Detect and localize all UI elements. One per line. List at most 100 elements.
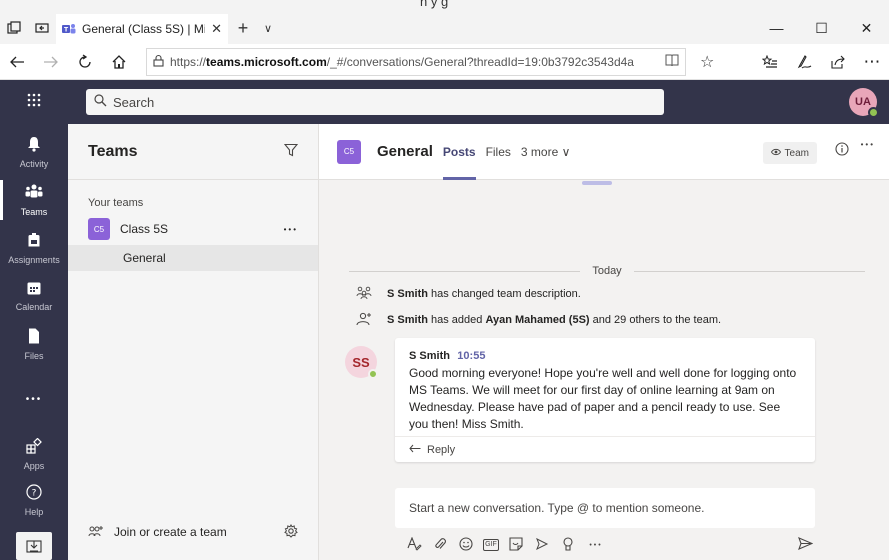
rail-item-calendar[interactable]: Calendar <box>0 272 68 320</box>
add-member-icon <box>355 312 373 329</box>
channel-more-options-icon[interactable]: ••• <box>861 140 875 149</box>
join-or-create-team-link[interactable]: Join or create a team <box>114 525 274 539</box>
team-button-label: Team <box>784 147 809 159</box>
page-title: Teams <box>88 142 138 160</box>
attach-icon[interactable] <box>431 537 449 554</box>
back-button[interactable] <box>0 44 34 80</box>
compose-input[interactable]: Start a new conversation. Type @ to ment… <box>395 488 815 528</box>
app-rail: Activity Teams Assignments Calendar File… <box>0 124 68 560</box>
url-text: https://teams.microsoft.com/_#/conversat… <box>170 54 634 69</box>
eye-icon <box>770 148 781 159</box>
rail-item-files[interactable]: Files <box>0 320 68 368</box>
post-timestamp: 10:55 <box>457 350 486 362</box>
forward-button[interactable] <box>34 44 68 80</box>
home-button[interactable] <box>102 44 136 80</box>
browser-tab-teams[interactable]: T General (Class 5S) | Micr ✕ <box>56 14 228 44</box>
tab-actions-icon[interactable] <box>0 12 28 44</box>
channel-item-general[interactable]: General <box>68 245 318 271</box>
compose-toolbar: GIF ••• <box>405 532 817 558</box>
tab-posts[interactable]: Posts <box>442 124 476 180</box>
rail-label: Files <box>24 350 44 361</box>
team-button[interactable]: Team <box>762 142 817 164</box>
compose-placeholder: Start a new conversation. Type @ to ment… <box>409 501 705 515</box>
bell-icon <box>27 136 41 157</box>
tab-close-icon[interactable]: ✕ <box>211 21 222 37</box>
filter-icon[interactable] <box>283 143 299 160</box>
system-message-members-added: S Smith has added Ayan Mahamed (5S) and … <box>355 310 721 330</box>
app-launcher-icon[interactable] <box>0 93 68 112</box>
maximize-button[interactable]: ☐ <box>799 12 844 44</box>
rail-item-more[interactable]: ••• <box>0 376 68 424</box>
post-author-avatar[interactable]: SS <box>345 346 378 379</box>
rail-label: Apps <box>23 460 45 471</box>
user-initials: UA <box>855 96 871 108</box>
gif-icon[interactable]: GIF <box>483 539 499 551</box>
teams-icon <box>25 184 43 205</box>
separator-line <box>349 270 581 272</box>
presence-available-icon <box>868 107 879 118</box>
url-field[interactable]: https://teams.microsoft.com/_#/conversat… <box>146 47 686 76</box>
more-options-icon[interactable]: ••• <box>585 542 607 549</box>
new-tab-button[interactable]: + <box>228 18 258 39</box>
pen-notes-icon[interactable] <box>787 44 821 80</box>
rail-item-assignments[interactable]: Assignments <box>0 224 68 272</box>
team-item-class-5s[interactable]: C5 Class 5S ••• <box>68 215 318 243</box>
format-icon[interactable] <box>405 536 423 554</box>
tab-files[interactable]: Files <box>486 124 511 180</box>
rail-item-apps[interactable]: Apps <box>0 430 68 478</box>
channel-header: C5 General Posts Files 3 more ∨ Team ••• <box>319 124 889 180</box>
info-icon[interactable] <box>835 142 849 159</box>
emoji-icon[interactable] <box>457 536 475 554</box>
team-avatar: C5 <box>88 218 110 240</box>
close-window-button[interactable]: ✕ <box>844 12 889 44</box>
reading-view-icon[interactable] <box>665 54 679 70</box>
rail-item-help[interactable]: ? Help <box>0 476 68 524</box>
reply-button[interactable]: Reply <box>395 436 815 462</box>
browser-more-icon[interactable]: ⋯ <box>855 44 889 80</box>
sticker-icon[interactable] <box>507 536 525 554</box>
your-teams-section-label: Your teams <box>88 197 144 209</box>
user-avatar[interactable]: UA <box>849 88 879 118</box>
cropped-text: n y g <box>420 0 449 9</box>
favorites-list-icon[interactable] <box>753 44 787 80</box>
conversation-area: C5 General Posts Files 3 more ∨ Team •••… <box>319 124 889 560</box>
tab-list-dropdown[interactable]: ∨ <box>258 22 278 35</box>
praise-icon[interactable] <box>559 536 577 554</box>
minimize-button[interactable]: — <box>754 12 799 44</box>
lock-icon <box>153 54 164 70</box>
meet-now-icon[interactable] <box>533 537 551 554</box>
search-input[interactable]: Search <box>86 89 664 115</box>
reply-arrow-icon <box>409 444 421 456</box>
rail-label: Help <box>24 506 44 517</box>
rail-label: Activity <box>19 158 49 169</box>
gear-icon[interactable] <box>284 523 298 541</box>
search-icon <box>94 94 107 110</box>
apps-icon <box>26 437 42 459</box>
more-tabs-dropdown[interactable]: 3 more ∨ <box>521 145 570 159</box>
browser-address-bar: https://teams.microsoft.com/_#/conversat… <box>0 44 889 80</box>
rail-item-teams[interactable]: Teams <box>0 176 68 224</box>
team-name: Class 5S <box>120 222 169 236</box>
share-icon[interactable] <box>821 44 855 80</box>
post-card: S Smith 10:55 Good morning everyone! Hop… <box>395 338 815 462</box>
set-tabs-aside-icon[interactable] <box>28 12 56 44</box>
rail-item-activity[interactable]: Activity <box>0 128 68 176</box>
post-meta: S Smith 10:55 <box>409 348 801 362</box>
previous-message-edge <box>582 181 612 185</box>
avatar-initials: SS <box>352 354 370 370</box>
reply-label: Reply <box>427 443 456 456</box>
browser-toolbar-right: ⋯ <box>753 44 889 80</box>
post-author[interactable]: S Smith <box>409 350 450 362</box>
system-message-text: S Smith has changed team description. <box>387 288 581 300</box>
file-icon <box>28 328 40 349</box>
refresh-button[interactable] <box>68 44 102 80</box>
search-placeholder: Search <box>113 94 155 110</box>
download-app-icon[interactable] <box>16 532 52 560</box>
browser-tab-bar: T General (Class 5S) | Micr ✕ + ∨ — ☐ ✕ <box>0 12 889 44</box>
team-more-options-icon[interactable]: ••• <box>284 225 298 234</box>
send-icon[interactable] <box>798 537 814 553</box>
teams-header: Search UA <box>0 80 889 124</box>
favorite-star-icon[interactable]: ☆ <box>700 52 714 72</box>
rail-label: Teams <box>20 206 48 217</box>
channel-team-avatar: C5 <box>337 139 361 164</box>
